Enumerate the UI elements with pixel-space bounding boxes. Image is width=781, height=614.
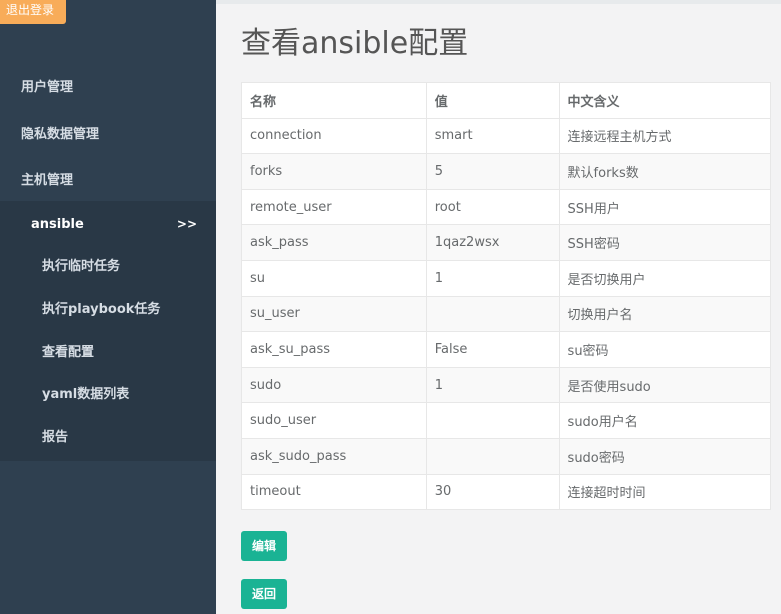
table-header-row: 名称 值 中文含义 <box>241 82 772 119</box>
back-button[interactable]: 返回 <box>241 579 287 609</box>
cell-value <box>425 295 560 333</box>
page-title: 查看ansible配置 <box>241 26 469 61</box>
cell-name: remote_user <box>241 188 427 226</box>
sidebar-item-user-management[interactable]: 用户管理 <box>0 76 216 95</box>
cell-meaning: 连接超时时间 <box>558 473 772 511</box>
table-row: forks 5 默认forks数 <box>241 153 772 190</box>
cell-value: root <box>425 188 560 226</box>
cell-value: 5 <box>425 153 560 190</box>
cell-meaning: su密码 <box>558 331 772 368</box>
cell-value: 30 <box>425 473 560 511</box>
table-row: sudo 1 是否使用sudo <box>241 366 772 404</box>
table-row: ask_su_pass False su密码 <box>241 331 772 368</box>
cell-name: sudo_user <box>241 402 427 439</box>
submenu-item-view-config[interactable]: 查看配置 <box>42 341 94 360</box>
sidebar: 退出登录 用户管理 隐私数据管理 主机管理 ansible >> 执行临时任务 … <box>0 0 216 614</box>
cell-name: ask_pass <box>241 224 427 261</box>
table-row: timeout 30 连接超时时间 <box>241 473 772 511</box>
table-row: remote_user root SSH用户 <box>241 188 772 226</box>
sidebar-item-privacy-data[interactable]: 隐私数据管理 <box>0 123 216 142</box>
cell-name: forks <box>241 153 427 190</box>
cell-meaning: SSH用户 <box>558 188 772 226</box>
logout-button[interactable]: 退出登录 <box>0 0 66 24</box>
cell-value: 1 <box>425 366 560 404</box>
cell-value: False <box>425 331 560 368</box>
table-row: connection smart 连接远程主机方式 <box>241 117 772 155</box>
cell-value: smart <box>425 117 560 155</box>
sidebar-item-host-management[interactable]: 主机管理 <box>0 169 216 188</box>
expand-arrow-icon: >> <box>176 217 197 231</box>
top-divider <box>216 0 781 4</box>
cell-name: su_user <box>241 295 427 333</box>
cell-name: sudo <box>241 366 427 404</box>
cell-value: 1qaz2wsx <box>425 224 560 261</box>
cell-value <box>425 402 560 439</box>
cell-meaning: 是否使用sudo <box>558 366 772 404</box>
cell-name: timeout <box>241 473 427 511</box>
main-content: 查看ansible配置 名称 值 中文含义 connection smart 连接远… <box>216 0 781 614</box>
ansible-submenu: ansible >> 执行临时任务 执行playbook任务 查看配置 yaml… <box>0 201 216 461</box>
submenu-item-yaml-list[interactable]: yaml数据列表 <box>42 383 129 402</box>
submenu-item-playbook-task[interactable]: 执行playbook任务 <box>42 298 160 317</box>
table-row: su_user 切换用户名 <box>241 295 772 333</box>
cell-value: 1 <box>425 259 560 297</box>
cell-meaning: 默认forks数 <box>558 153 772 190</box>
cell-meaning: SSH密码 <box>558 224 772 261</box>
table-row: sudo_user sudo用户名 <box>241 402 772 439</box>
cell-meaning: 切换用户名 <box>558 295 772 333</box>
submenu-ansible[interactable]: ansible >> <box>31 217 201 232</box>
cell-meaning: 连接远程主机方式 <box>558 117 772 155</box>
submenu-title: ansible <box>31 217 84 232</box>
cell-name: ask_su_pass <box>241 331 427 368</box>
column-header-name: 名称 <box>241 82 427 119</box>
cell-name: connection <box>241 117 427 155</box>
cell-meaning: 是否切换用户 <box>558 259 772 297</box>
cell-name: ask_sudo_pass <box>241 437 427 475</box>
submenu-item-adhoc-task[interactable]: 执行临时任务 <box>42 255 120 274</box>
cell-meaning: sudo用户名 <box>558 402 772 439</box>
cell-name: su <box>241 259 427 297</box>
submenu-item-report[interactable]: 报告 <box>42 426 68 445</box>
cell-meaning: sudo密码 <box>558 437 772 475</box>
table-row: ask_pass 1qaz2wsx SSH密码 <box>241 224 772 261</box>
table-row: ask_sudo_pass sudo密码 <box>241 437 772 475</box>
cell-value <box>425 437 560 475</box>
column-header-value: 值 <box>425 82 560 119</box>
config-table: 名称 值 中文含义 connection smart 连接远程主机方式 forks 5 默… <box>241 82 772 511</box>
column-header-meaning: 中文含义 <box>558 82 772 119</box>
edit-button[interactable]: 编辑 <box>241 531 287 561</box>
table-row: su 1 是否切换用户 <box>241 259 772 297</box>
